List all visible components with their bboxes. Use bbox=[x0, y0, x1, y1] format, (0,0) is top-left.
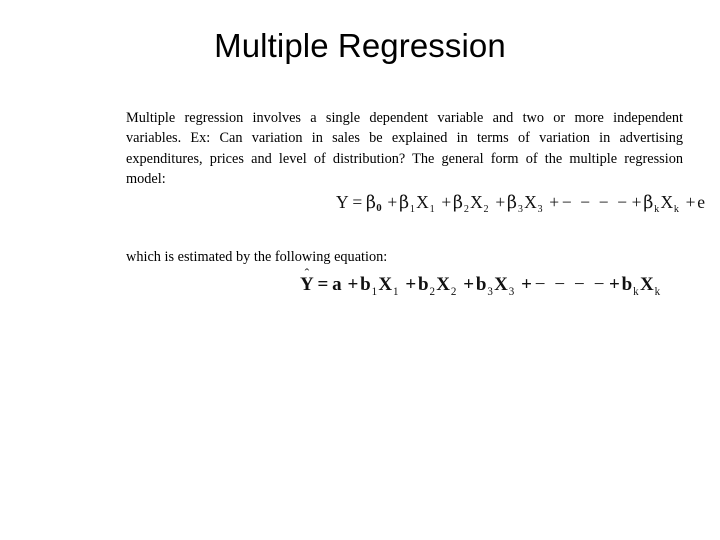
equation-estimated-coef-2: b bbox=[417, 274, 429, 295]
equation-model-plus-4: + bbox=[549, 192, 560, 212]
equation-model-intercept: β bbox=[365, 193, 377, 213]
equation-model-equals: = bbox=[352, 192, 363, 212]
equation-model-ellipsis: − − − − bbox=[561, 192, 630, 212]
equation-model-plus-5: + bbox=[631, 192, 642, 212]
equation-model-var-k-subscript: k bbox=[673, 204, 680, 216]
equation-model-lhs: Y bbox=[336, 192, 349, 212]
equation-model-var-1-subscript: 1 bbox=[429, 204, 435, 216]
equation-estimated-coef-k: b bbox=[621, 274, 633, 295]
equation-estimated-plus-3: + bbox=[463, 274, 475, 295]
equation-estimated-var-3-subscript: 3 bbox=[508, 285, 515, 298]
equation-estimated-equals: = bbox=[317, 274, 329, 295]
equation-estimated-intercept: a bbox=[332, 274, 342, 295]
equation-estimated-coef-k-subscript: k bbox=[633, 285, 639, 298]
equation-model-intercept-subscript: 0 bbox=[376, 201, 382, 214]
slide-canvas: Multiple Regression Multiple regression … bbox=[0, 0, 720, 540]
equation-estimated-var-k: X bbox=[639, 274, 654, 295]
equation-estimated-var-k-subscript: k bbox=[654, 285, 661, 298]
equation-estimated-model: ˆ Y = a +b1X1 +b2X2 +b3X3 + − − − − +bkXk bbox=[300, 267, 661, 298]
equation-model-var-3: X bbox=[524, 192, 537, 212]
equation-estimated-var-1-subscript: 1 bbox=[393, 285, 399, 298]
equation-estimated-coef-3: b bbox=[475, 274, 487, 295]
equation-estimated-lhs: ˆY bbox=[300, 267, 314, 296]
equation-estimated-var-3: X bbox=[494, 274, 509, 295]
equation-estimated-plus-2: + bbox=[405, 274, 417, 295]
equation-estimated-var-2: X bbox=[436, 274, 451, 295]
equation-model-var-k: X bbox=[660, 192, 674, 212]
equation-model-var-3-subscript: 3 bbox=[537, 204, 543, 216]
page-title: Multiple Regression bbox=[214, 27, 506, 64]
equation-model-var-2: X bbox=[470, 192, 483, 212]
equation-model-var-1: X bbox=[416, 192, 429, 212]
equation-model-coef-1: β bbox=[398, 193, 410, 213]
equation-model-coef-2: β bbox=[452, 193, 464, 213]
body-text-block: Multiple regression involves a single de… bbox=[126, 108, 683, 189]
equation-model-plus-3: + bbox=[495, 192, 506, 212]
estimated-equation-caption: which is estimated by the following equa… bbox=[126, 249, 388, 265]
equation-estimated-var-2-subscript: 2 bbox=[450, 285, 457, 298]
equation-estimated-plus-5: + bbox=[609, 274, 621, 295]
circumflex-accent-icon: ˆ bbox=[304, 265, 310, 281]
equation-model-plus-2: + bbox=[441, 192, 452, 212]
equation-model-plus-1: + bbox=[387, 192, 398, 212]
equation-model-plus-6: + bbox=[685, 192, 696, 212]
equation-estimated-plus-1: + bbox=[347, 274, 359, 295]
equation-population-model: Y = β0 +β1X1 +β2X2 +β3X3 + − − − − +βkXk +e bbox=[336, 192, 705, 215]
equation-estimated-coef-1: b bbox=[360, 274, 371, 295]
equation-estimated-coef-3-subscript: 3 bbox=[487, 285, 494, 298]
equation-model-var-2-subscript: 2 bbox=[483, 204, 489, 216]
equation-model-error-term: e bbox=[697, 192, 706, 212]
equation-model-coef-3: β bbox=[506, 193, 518, 213]
equation-estimated-ellipsis: − − − − bbox=[534, 274, 607, 295]
equation-estimated-var-1: X bbox=[378, 274, 393, 295]
equation-estimated-plus-4: + bbox=[521, 274, 533, 295]
equation-model-coef-k: β bbox=[643, 193, 654, 213]
body-paragraph: Multiple regression involves a single de… bbox=[126, 110, 683, 187]
